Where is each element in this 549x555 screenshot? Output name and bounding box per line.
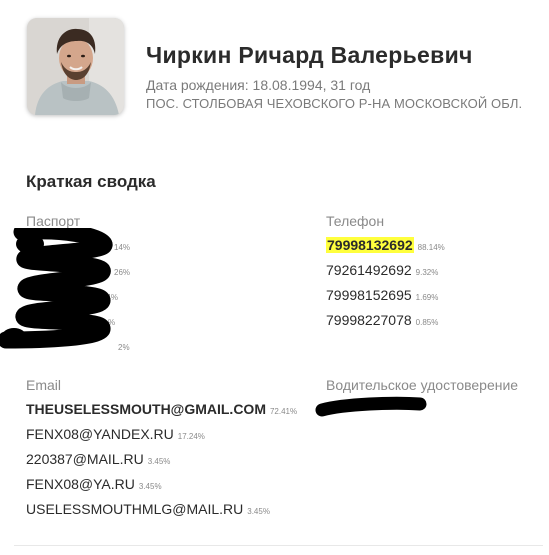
license-redaction	[314, 396, 430, 425]
email-row: FENX08@YANDEX.RU 17.24%	[26, 422, 297, 447]
email-row: USELESSMOUTHMLG@MAIL.RU 3.45%	[26, 497, 297, 522]
license-label: Водительское удостоверение	[326, 377, 519, 393]
phone-list: 79998132692 88.14% 79261492692 9.32% 79998…	[326, 233, 445, 333]
email-percent: 17.24%	[177, 432, 205, 441]
summary-title: Краткая сводка	[26, 172, 156, 191]
phone-number: 79998132692	[326, 237, 414, 253]
phone-percent: 88.14%	[417, 243, 445, 252]
phone-percent: 0.85%	[415, 318, 439, 327]
birth-date: Дата рождения: 18.08.1994, 31 год	[146, 77, 371, 93]
passport-redaction	[0, 222, 120, 355]
passport-label: Паспорт	[26, 213, 81, 229]
phone-number: 79998227078	[326, 312, 412, 328]
email-address: THEUSELESSMOUTH@GMAIL.COM	[26, 401, 266, 417]
phone-percent: 1.69%	[415, 293, 439, 302]
email-row: THEUSELESSMOUTH@GMAIL.COM 72.41%	[26, 397, 297, 422]
email-row: FENX08@YA.RU 3.45%	[26, 472, 297, 497]
phone-number: 79261492692	[326, 262, 412, 278]
address: ПОС. СТОЛБОВАЯ ЧЕХОВСКОГО Р-НА МОСКОВСКО…	[146, 96, 523, 111]
email-label: Email	[26, 377, 62, 393]
email-percent: 3.45%	[247, 507, 270, 516]
profile-header: Чиркин Ричард Валерьевич Дата рождения: …	[27, 18, 547, 118]
email-address: USELESSMOUTHMLG@MAIL.RU	[26, 501, 244, 517]
phone-row: 79998132692 88.14%	[326, 233, 445, 258]
bottom-divider	[14, 545, 543, 546]
avatar	[27, 18, 124, 115]
email-address: 220387@MAIL.RU	[26, 451, 144, 467]
email-percent: 72.41%	[269, 407, 298, 416]
email-percent: 3.45%	[147, 457, 171, 466]
email-row: 220387@MAIL.RU 3.45%	[26, 447, 297, 472]
phone-percent: 9.32%	[415, 268, 439, 277]
phone-row: 79261492692 9.32%	[326, 258, 445, 283]
phone-row: 79998227078 0.85%	[326, 308, 445, 333]
phone-row: 79998152695 1.69%	[326, 283, 445, 308]
phone-number: 79998152695	[326, 287, 412, 303]
email-percent: 3.45%	[138, 482, 162, 491]
email-address: FENX08@YA.RU	[26, 476, 135, 492]
email-address: FENX08@YANDEX.RU	[26, 426, 174, 442]
email-list: THEUSELESSMOUTH@GMAIL.COM 72.41% FENX08@Y…	[26, 397, 297, 522]
person-name: Чиркин Ричард Валерьевич	[146, 42, 473, 68]
phone-label: Телефон	[326, 213, 385, 229]
